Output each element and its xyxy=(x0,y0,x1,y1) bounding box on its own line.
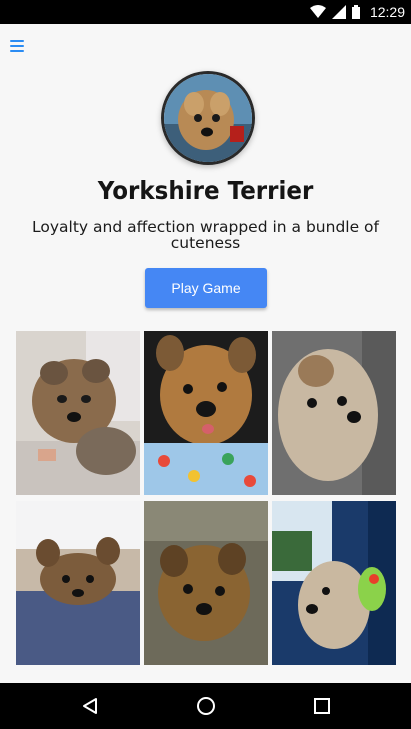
wifi-icon xyxy=(309,5,326,18)
page-title: Yorkshire Terrier xyxy=(97,176,314,205)
play-game-button[interactable]: Play Game xyxy=(145,268,267,308)
menu-icon[interactable] xyxy=(10,40,24,52)
status-bar: 12:29 xyxy=(0,0,411,24)
back-icon[interactable] xyxy=(60,683,120,729)
gallery-photo-3[interactable] xyxy=(272,331,396,495)
avatar xyxy=(161,71,255,165)
photo-gallery xyxy=(16,331,396,665)
gallery-photo-6[interactable] xyxy=(272,501,396,665)
gallery-photo-4[interactable] xyxy=(16,501,140,665)
home-icon[interactable] xyxy=(176,683,236,729)
status-time: 12:29 xyxy=(369,4,405,20)
navigation-bar xyxy=(0,683,411,729)
signal-icon xyxy=(331,5,346,19)
gallery-photo-2[interactable] xyxy=(144,331,268,495)
battery-icon xyxy=(351,5,360,19)
recents-icon[interactable] xyxy=(292,683,352,729)
status-icons: 12:29 xyxy=(309,0,405,24)
page-subtitle: Loyalty and affection wrapped in a bundl… xyxy=(32,218,379,252)
gallery-photo-5[interactable] xyxy=(144,501,268,665)
gallery-photo-1[interactable] xyxy=(16,331,140,495)
